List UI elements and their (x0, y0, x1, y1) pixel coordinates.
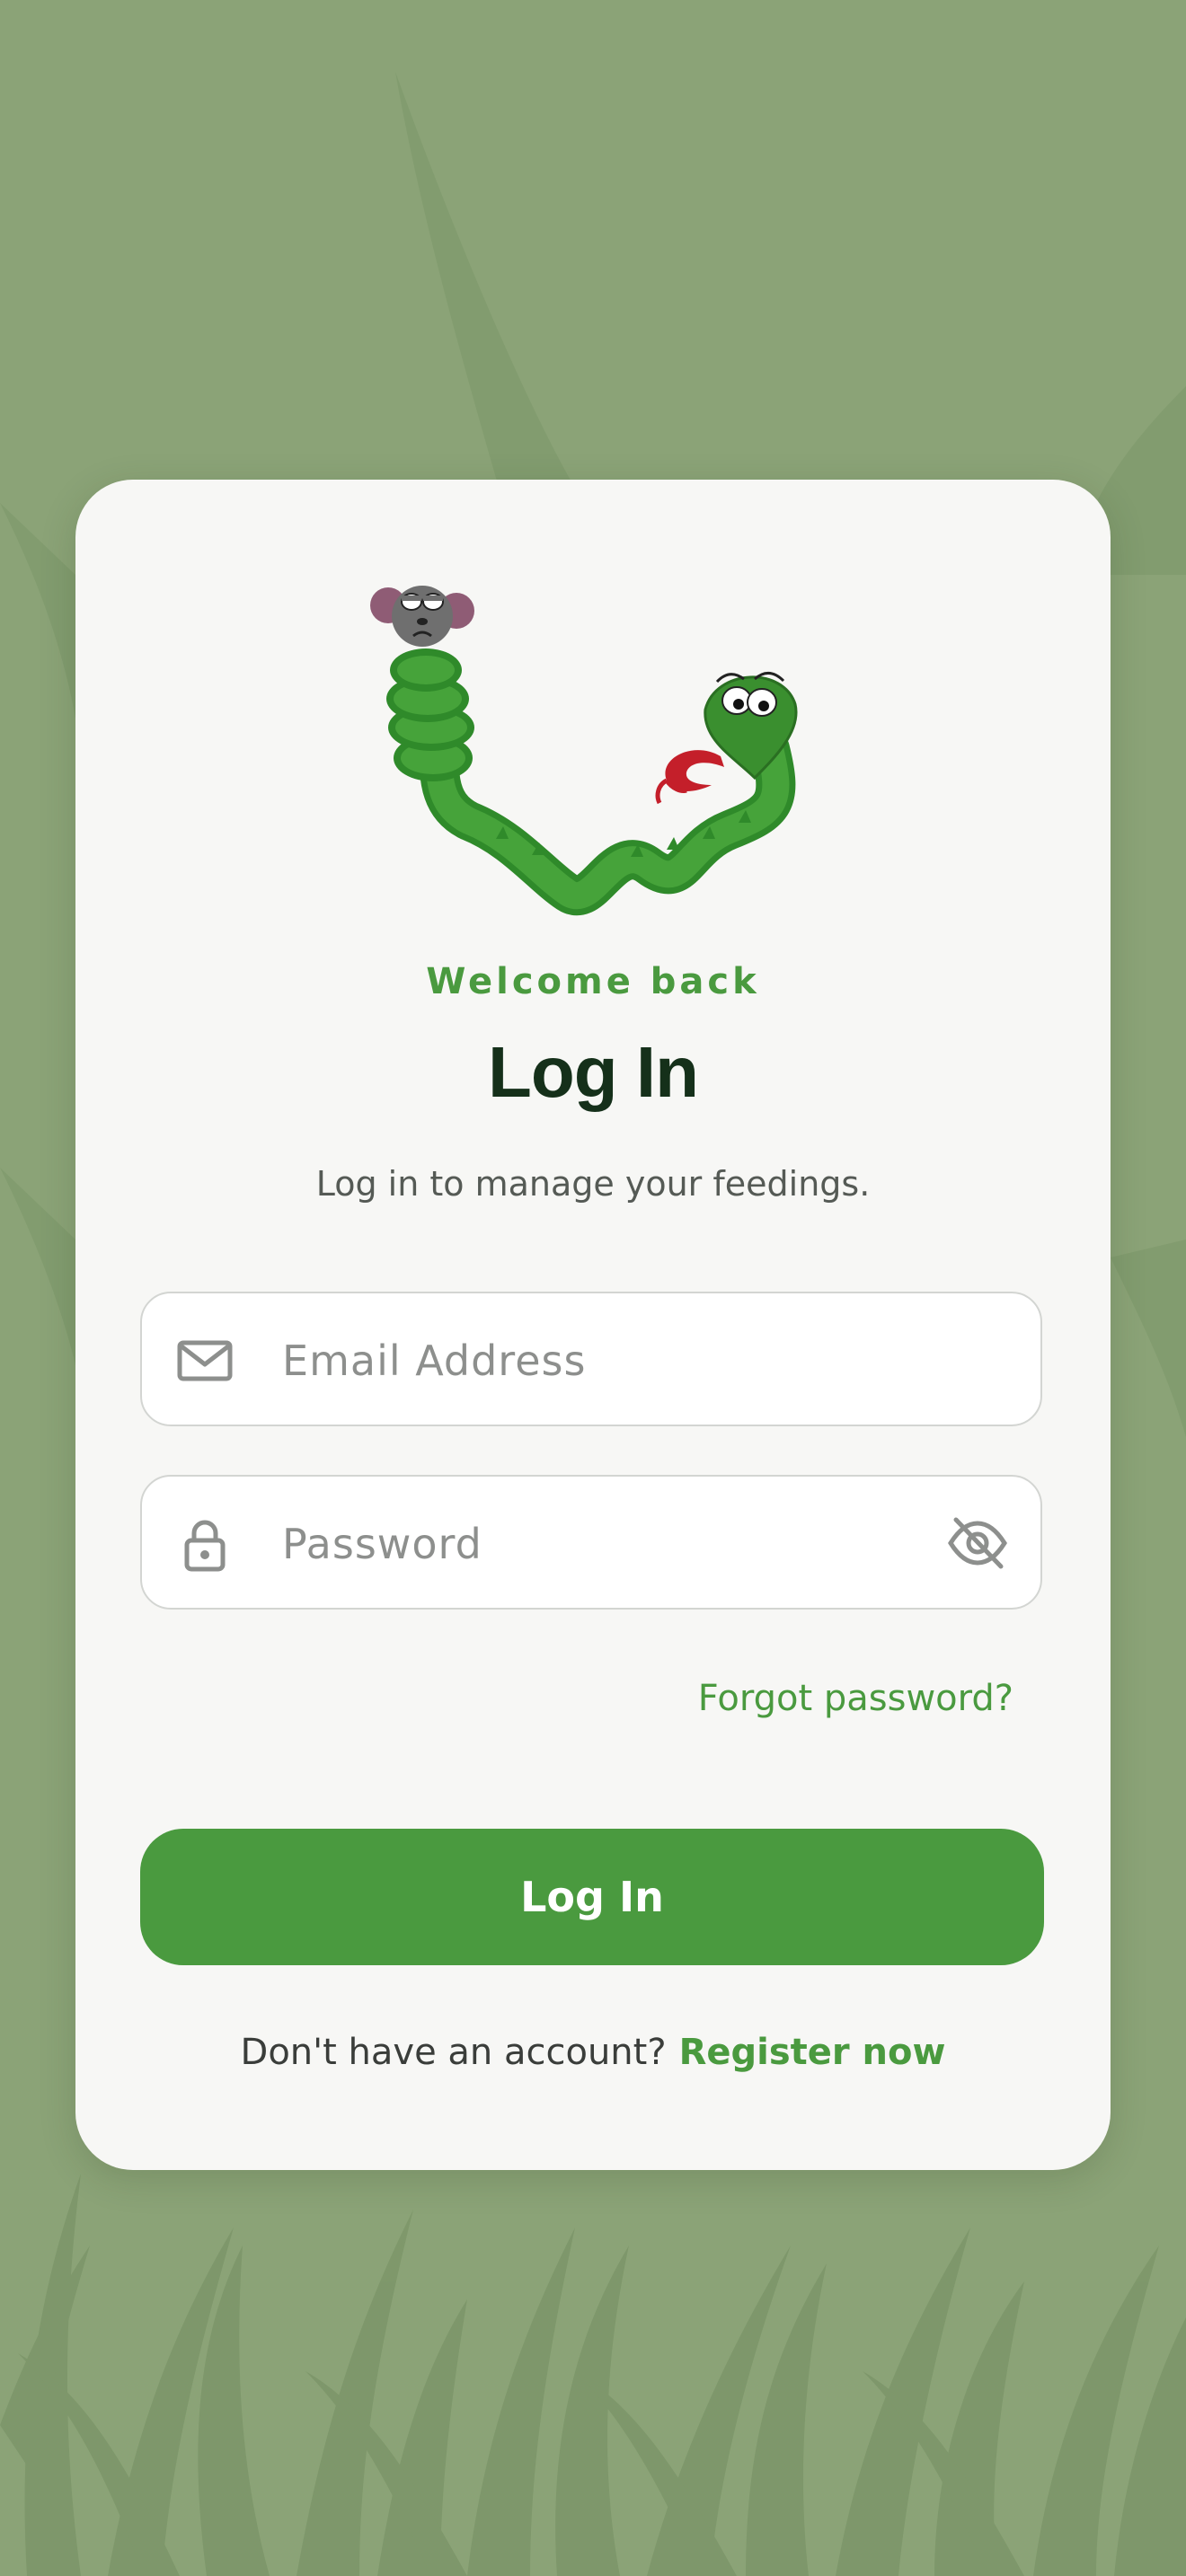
forgot-password-link[interactable]: Forgot password? (698, 1678, 1013, 1719)
email-placeholder: Email Address (282, 1337, 587, 1385)
snake-mascot-illustration (370, 586, 798, 915)
mail-icon (177, 1340, 233, 1381)
eye-off-icon[interactable] (947, 1514, 1008, 1572)
page-title: Log In (488, 1032, 699, 1112)
register-prompt: Don't have an account? Register now (75, 2032, 1111, 2073)
login-button[interactable]: Log In (140, 1829, 1044, 1965)
password-placeholder: Password (282, 1520, 482, 1568)
welcome-eyebrow: Welcome back (426, 961, 760, 1002)
no-account-text: Don't have an account? (240, 2032, 667, 2073)
login-card: Welcome back Log In Log in to manage you… (75, 480, 1111, 2170)
page-subtitle: Log in to manage your feedings. (315, 1164, 871, 1204)
password-field[interactable]: Password (140, 1475, 1042, 1610)
email-field[interactable]: Email Address (140, 1292, 1042, 1426)
lock-icon (184, 1520, 226, 1572)
register-link[interactable]: Register now (679, 2032, 946, 2073)
